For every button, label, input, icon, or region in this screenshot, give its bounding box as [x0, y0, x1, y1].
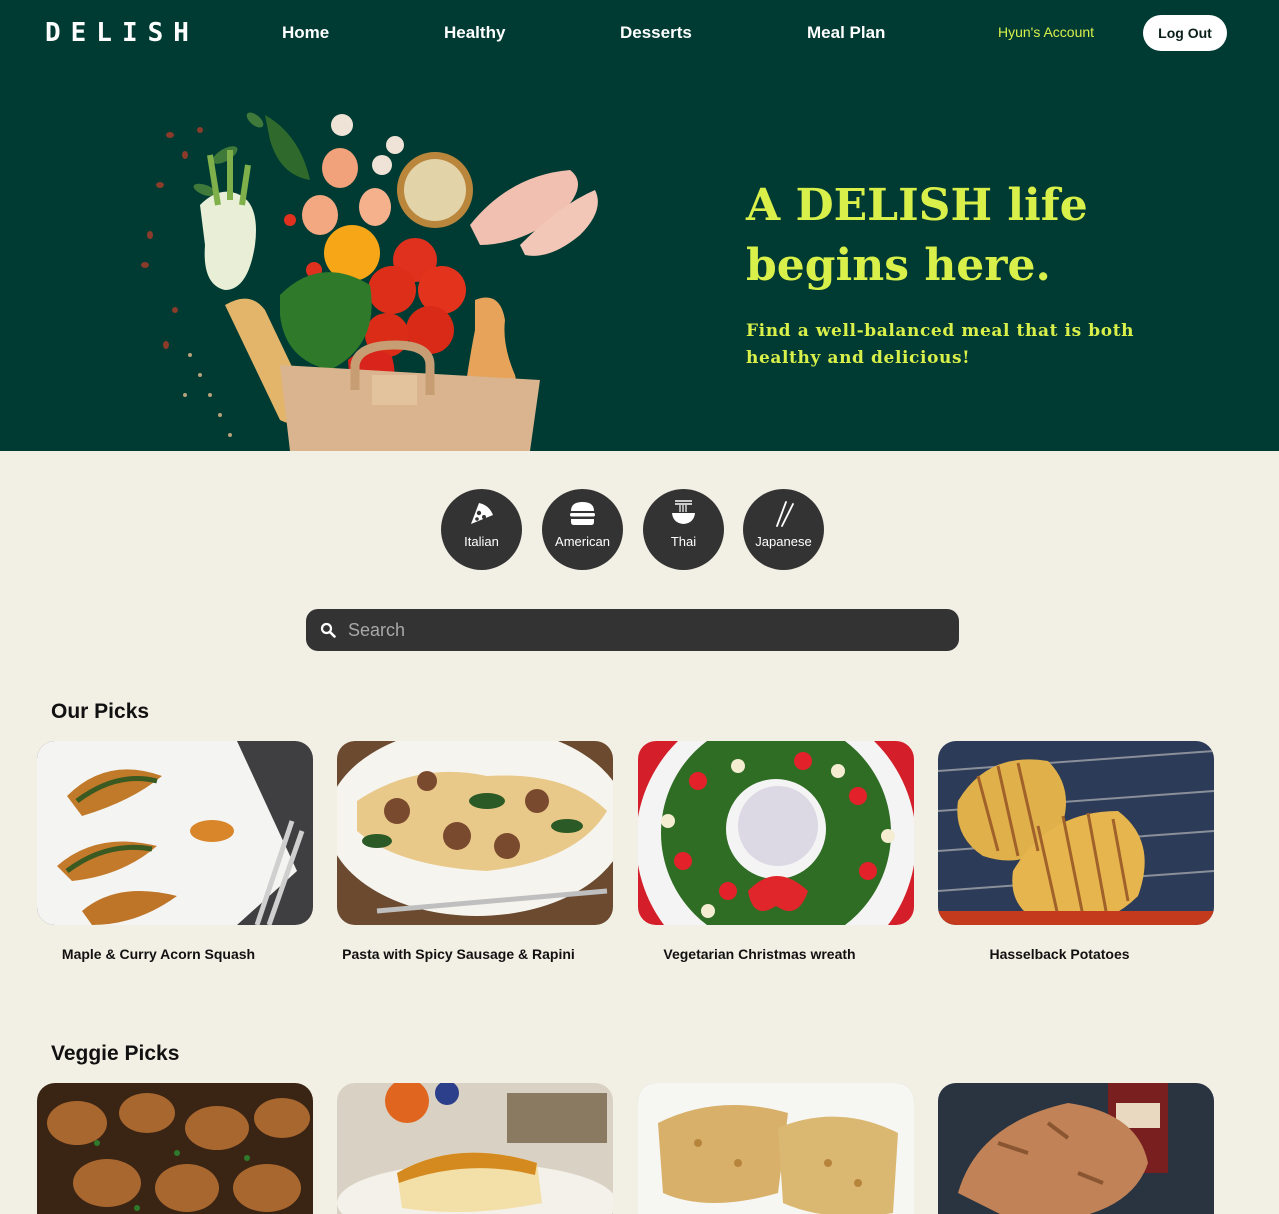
- nav-home[interactable]: Home: [282, 23, 329, 43]
- burger-icon: [570, 502, 595, 525]
- recipe-card-image[interactable]: [938, 1083, 1214, 1214]
- nav-healthy[interactable]: Healthy: [444, 23, 505, 43]
- chopsticks-icon: [776, 501, 794, 527]
- search-icon: [320, 622, 336, 638]
- recipe-title[interactable]: Maple & Curry Acorn Squash: [37, 946, 280, 962]
- recipe-title[interactable]: Hasselback Potatoes: [938, 946, 1181, 962]
- account-link[interactable]: Hyun's Account: [998, 24, 1094, 40]
- pizza-icon: [471, 503, 493, 524]
- hero-banner: DELISH Home Healthy Desserts Meal Plan H…: [0, 0, 1279, 451]
- recipe-card-image[interactable]: [337, 1083, 613, 1214]
- caramel-cheesecake-photo: [337, 1083, 613, 1214]
- noodle-bowl-icon: [672, 500, 695, 524]
- cuisine-label: Japanese: [755, 534, 812, 549]
- cuisine-american[interactable]: American: [542, 489, 623, 570]
- nav-desserts[interactable]: Desserts: [620, 23, 692, 43]
- cheese-scones-photo: [638, 1083, 914, 1214]
- recipe-card-image[interactable]: [337, 741, 613, 925]
- cuisine-thai[interactable]: Thai: [643, 489, 724, 570]
- section-title-veggie-picks: Veggie Picks: [51, 1042, 180, 1065]
- recipe-card-image[interactable]: [37, 1083, 313, 1214]
- pasta-sausage-photo: [337, 741, 613, 925]
- recipe-card-image[interactable]: [638, 741, 914, 925]
- acorn-squash-photo: [37, 741, 313, 925]
- logout-button[interactable]: Log Out: [1143, 15, 1227, 51]
- section-title-our-picks: Our Picks: [51, 700, 150, 723]
- cuisine-label: Thai: [670, 534, 697, 549]
- search-bar[interactable]: [306, 609, 959, 651]
- grocery-bag-illustration: [141, 112, 598, 451]
- recipe-title[interactable]: Vegetarian Christmas wreath: [638, 946, 881, 962]
- recipe-card-image[interactable]: [638, 1083, 914, 1214]
- cuisine-label: Italian: [464, 534, 499, 549]
- recipe-card-image[interactable]: [938, 741, 1214, 925]
- cuisine-japanese[interactable]: Japanese: [743, 489, 824, 570]
- christmas-wreath-photo: [638, 741, 914, 925]
- cuisine-label: American: [555, 534, 610, 549]
- search-input[interactable]: [348, 609, 948, 651]
- recipe-title[interactable]: Pasta with Spicy Sausage & Rapini: [337, 946, 580, 962]
- bread-loaf-photo: [938, 1083, 1214, 1214]
- hero-title: A DELISH life begins here.: [746, 180, 1088, 291]
- recipe-card-image[interactable]: [37, 741, 313, 925]
- cuisine-italian[interactable]: Italian: [441, 489, 522, 570]
- hero-subtitle: Find a well-balanced meal that is both h…: [746, 321, 1135, 368]
- site-logo[interactable]: DELISH: [45, 18, 199, 48]
- nav-meal-plan[interactable]: Meal Plan: [807, 23, 885, 43]
- roasted-mushrooms-photo: [37, 1083, 313, 1214]
- hasselback-potatoes-photo: [938, 741, 1214, 925]
